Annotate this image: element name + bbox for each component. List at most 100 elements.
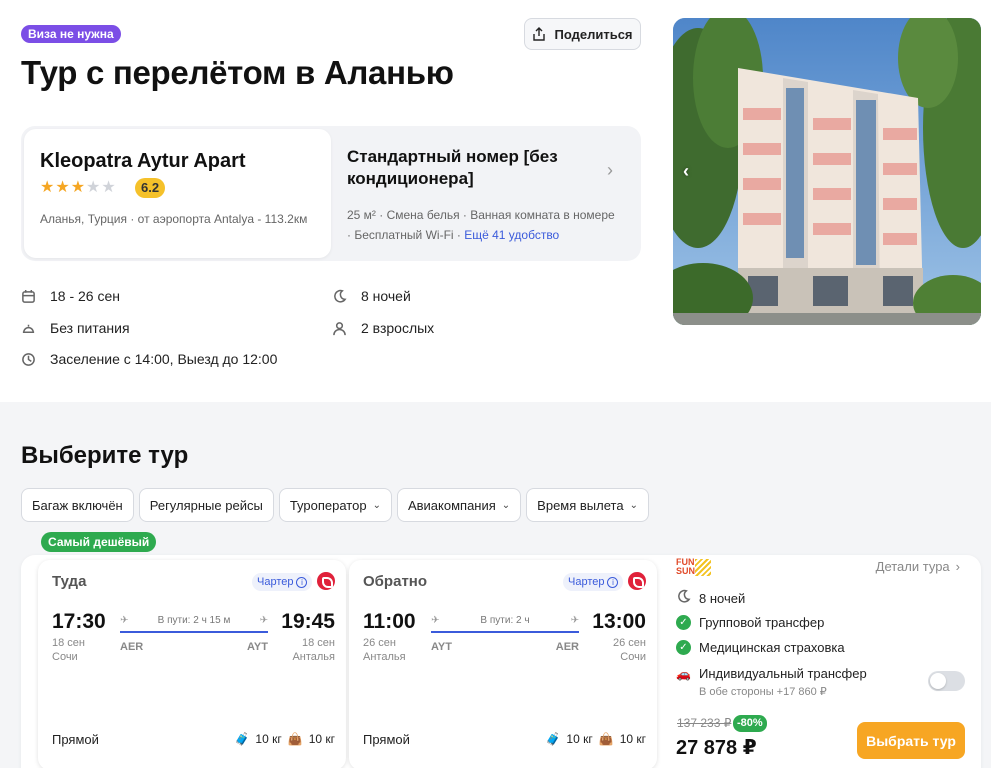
arrival-city: Сочи — [620, 651, 646, 663]
car-icon: 🚗 — [676, 666, 691, 681]
arrival-date: 26 сен — [613, 637, 646, 649]
charter-badge[interactable]: Чартер i — [563, 573, 624, 591]
tour-nights: 8 ночей — [676, 589, 745, 607]
check-icon: ✓ — [676, 615, 691, 630]
filter-baggage[interactable]: Багаж включён — [21, 488, 134, 522]
hand-luggage-weight: 10 кг — [308, 732, 335, 746]
arrival-airport-code: AER — [555, 641, 579, 653]
departure-time: 11:00 — [363, 610, 416, 633]
filter-baggage-label: Багаж включён — [32, 497, 123, 513]
tour-nights-text: 8 ночей — [699, 590, 746, 606]
page-title: Тур с перелётом в Аланью — [21, 54, 454, 91]
flight-card-return[interactable]: Обратно Чартер i 11:00 26 сен Анталья ✈ ✈… — [349, 560, 657, 768]
flight-duration: В пути: 2 ч — [480, 615, 530, 626]
chevron-down-icon: ⌄ — [629, 499, 638, 511]
share-icon — [533, 27, 546, 41]
landing-icon: ✈ — [570, 615, 579, 626]
operator-stripes-icon — [695, 559, 711, 576]
tour-filters: Багаж включён Регулярные рейсы Туроперат… — [21, 488, 649, 522]
baggage-weight: 10 кг — [255, 732, 282, 746]
star-empty-icon: ★ — [101, 179, 116, 196]
star-icon: ★ — [55, 179, 70, 196]
trip-checkin-text: Заселение с 14:00, Выезд до 12:00 — [50, 351, 278, 367]
tour-details-link[interactable]: Детали тура › — [876, 559, 960, 574]
departure-time: 17:30 — [52, 610, 106, 633]
charter-label: Чартер — [568, 576, 605, 588]
suitcase-icon: 🧳 — [234, 732, 250, 746]
baggage-weight: 10 кг — [566, 732, 593, 746]
flight-direction: Туда — [52, 573, 87, 590]
hotel-room-panel: Kleopatra Aytur Apart ★ ★ ★ ★ ★ 6.2 Алан… — [21, 126, 641, 261]
visa-not-needed-badge: Виза не нужна — [21, 25, 121, 43]
departure-airport-code: AYT — [431, 641, 452, 653]
share-button-label: Поделиться — [554, 26, 633, 42]
choose-tour-button[interactable]: Выбрать тур — [857, 722, 965, 759]
departure-date: 18 сен — [52, 637, 85, 649]
tour-operator-logo: FUN SUN — [676, 558, 712, 578]
handbag-icon: 👜 — [598, 732, 614, 746]
charter-badge[interactable]: Чартер i — [252, 573, 313, 591]
arrival-date: 18 сен — [302, 637, 335, 649]
calendar-icon — [22, 289, 35, 303]
filter-departure-time[interactable]: Время вылета ⌄ — [526, 488, 649, 522]
filter-operator[interactable]: Туроператор ⌄ — [278, 488, 392, 522]
takeoff-icon: ✈ — [120, 615, 129, 626]
trip-guests: 2 взрослых — [332, 320, 434, 336]
share-button[interactable]: Поделиться — [524, 18, 641, 50]
room-features-line1: 25 м² · Смена белья · Ванная комната в н… — [347, 208, 615, 222]
room-features-wifi: · Бесплатный Wi-Fi · — [347, 228, 461, 242]
room-features: 25 м² · Смена белья · Ванная комната в н… — [347, 205, 637, 245]
takeoff-icon: ✈ — [431, 615, 440, 626]
check-icon: ✓ — [676, 640, 691, 655]
room-features-line2: · Бесплатный Wi-Fi · Ещё 41 удобство — [347, 225, 637, 245]
hotel-photo[interactable]: ‹ — [673, 18, 981, 325]
hand-luggage-weight: 10 кг — [619, 732, 646, 746]
more-amenities-link[interactable]: Ещё 41 удобство — [464, 228, 559, 242]
filter-regular-flights-label: Регулярные рейсы — [149, 497, 263, 513]
airport-codes: AYT AER — [431, 641, 579, 653]
filter-airline-label: Авиакомпания — [407, 497, 496, 513]
medical-insurance: ✓ Медицинская страховка — [676, 640, 845, 655]
info-icon: i — [296, 576, 308, 588]
baggage-info: 🧳 10 кг 👜 10 кг — [234, 732, 335, 746]
filter-regular-flights[interactable]: Регулярные рейсы — [138, 488, 274, 522]
star-icon: ★ — [70, 179, 86, 196]
trip-nights: 8 ночей — [332, 288, 411, 304]
trip-meals: Без питания — [21, 320, 130, 336]
departure-date: 26 сен — [363, 637, 396, 649]
arrival-time: 19:45 — [281, 610, 335, 633]
chevron-down-icon: ⌄ — [372, 499, 381, 511]
cheapest-badge: Самый дешёвый — [41, 532, 157, 552]
moon-icon — [334, 289, 347, 303]
flight-stops: Прямой — [52, 732, 99, 747]
filter-departure-time-label: Время вылета — [537, 497, 624, 513]
cloche-icon — [22, 324, 35, 333]
individual-transfer-toggle[interactable] — [928, 671, 965, 691]
hotel-location: Аланья, Турция · от аэропорта Antalya - … — [40, 212, 308, 226]
handbag-icon: 👜 — [287, 732, 303, 746]
hotel-card[interactable]: Kleopatra Aytur Apart ★ ★ ★ ★ ★ 6.2 Алан… — [24, 129, 331, 258]
airline-logo-icon — [317, 572, 335, 590]
charter-label: Чартер — [257, 576, 294, 588]
choose-tour-title: Выберите тур — [21, 442, 189, 469]
medical-insurance-text: Медицинская страховка — [699, 640, 845, 655]
flight-duration: В пути: 2 ч 15 м — [157, 615, 231, 626]
arrival-city: Анталья — [292, 651, 335, 663]
discount-badge: -80% — [733, 715, 767, 732]
route-line — [431, 631, 579, 633]
photo-prev-arrow-icon[interactable]: ‹ — [683, 161, 689, 182]
star-empty-icon: ★ — [86, 179, 101, 196]
flight-card-outbound[interactable]: Туда Чартер i 17:30 18 сен Сочи ✈ ✈ В пут… — [38, 560, 346, 768]
room-name[interactable]: Стандартный номер [без кондиционера] — [347, 146, 597, 190]
route-line — [120, 631, 268, 633]
filter-airline[interactable]: Авиакомпания ⌄ — [396, 488, 522, 522]
chevron-down-icon: ⌄ — [501, 499, 511, 511]
moon-icon — [676, 589, 691, 607]
trip-meals-text: Без питания — [50, 320, 130, 336]
individual-transfer-text: Индивидуальный трансфер — [699, 666, 867, 681]
hotel-stars: ★ ★ ★ ★ ★ — [40, 180, 116, 196]
group-transfer: ✓ Групповой трансфер — [676, 615, 824, 630]
hotel-rating-badge: 6.2 — [135, 178, 166, 198]
flight-stops: Прямой — [363, 732, 410, 747]
chevron-right-icon[interactable]: › — [607, 160, 613, 181]
